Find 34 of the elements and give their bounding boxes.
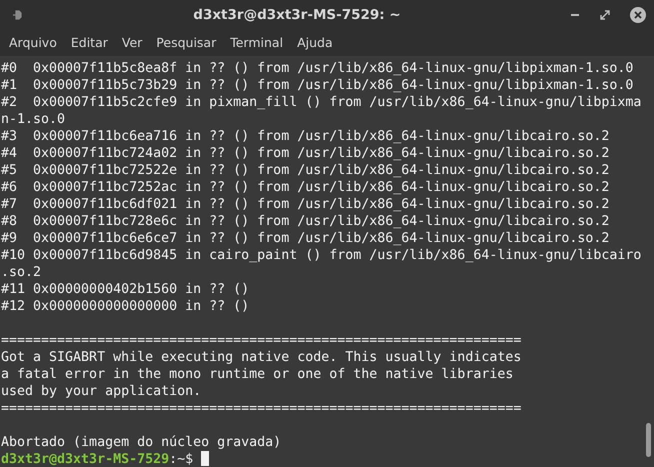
terminal-line: #3 0x00007f11bc6ea716 in ?? () from /usr/lib/x86_64-linux-gnu/libcairo.so.2 — [1, 129, 610, 144]
terminal-line: #10 0x00007f11bc6d9845 in cairo_paint () from /usr/lib/x86_64-linux-gnu/libcairo — [1, 248, 642, 263]
terminal-line: #1 0x00007f11b5c73b29 in ?? () from /usr/lib/x86_64-linux-gnu/libpixman-1.so.0 — [1, 78, 634, 93]
terminal-line: .so.2 — [1, 265, 42, 280]
menu-item[interactable]: Arquivo — [2, 32, 64, 52]
terminal-line: #0 0x00007f11b5c8ea8f in ?? () from /usr/lib/x86_64-linux-gnu/libpixman-1.so.0 — [1, 61, 634, 76]
pin-icon[interactable] — [12, 8, 24, 20]
terminal-line: ================================================================= — [1, 332, 522, 349]
terminal-line: a fatal error in the mono runtime or one of the native libraries — [1, 367, 514, 382]
terminal-line: Abortado (imagem do núcleo gravada) — [1, 434, 282, 451]
window-title: d3xt3r@d3xt3r-MS-7529: ~ — [192, 6, 402, 22]
maximize-icon[interactable] — [600, 10, 610, 20]
terminal-line: used by your application. — [1, 384, 202, 399]
terminal-line: #7 0x00007f11bc6df021 in ?? () from /usr/lib/x86_64-linux-gnu/libcairo.so.2 — [1, 197, 610, 212]
terminal-line: Got a SIGABRT while executing native code. This usually indicates — [1, 350, 522, 365]
scrollbar-thumb[interactable] — [646, 423, 651, 457]
terminal-line: #5 0x00007f11bc72522e in ?? () from /usr/lib/x86_64-linux-gnu/libcairo.so.2 — [1, 163, 610, 178]
terminal-line: ================================================================= — [1, 401, 522, 416]
menu-item[interactable]: Terminal — [223, 32, 290, 52]
terminal-line: #11 0x00000000402b1560 in ?? () — [1, 282, 250, 297]
menu-item[interactable]: Pesquisar — [149, 32, 224, 52]
close-icon[interactable] — [630, 6, 646, 22]
menu-item[interactable]: Ver — [114, 32, 150, 52]
terminal-line: #6 0x00007f11bc7252ac in ?? () from /usr/lib/x86_64-linux-gnu/libcairo.so.2 — [1, 180, 610, 195]
menu-item[interactable]: Editar — [64, 32, 115, 52]
terminal-line: #4 0x00007f11bc724a02 in ?? () from /usr/lib/x86_64-linux-gnu/libcairo.so.2 — [1, 146, 610, 161]
terminal-line: #12 0x0000000000000000 in ?? () — [1, 299, 250, 314]
terminal-line: #8 0x00007f11bc728e6c in ?? () from /usr/lib/x86_64-linux-gnu/libcairo.so.2 — [1, 214, 610, 229]
terminal-line: n-1.so.0 — [1, 112, 66, 127]
terminal-line: #9 0x00007f11bc6e6ce7 in ?? () from /usr/lib/x86_64-linux-gnu/libcairo.so.2 — [1, 231, 610, 246]
cursor — [201, 451, 210, 466]
terminal-line: #2 0x00007f11b5c2cfe9 in pixman_fill () from /usr/lib/x86_64-linux-gnu/libpixma — [1, 95, 642, 110]
shell-prompt: d3xt3r@d3xt3r-MS-7529:~$ — [1, 452, 194, 467]
menu-item[interactable]: Ajuda — [290, 32, 340, 52]
